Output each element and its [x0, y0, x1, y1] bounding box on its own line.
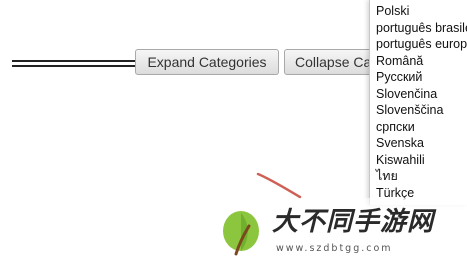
- collapse-categories-button[interactable]: Collapse Ca: [284, 49, 372, 75]
- expand-categories-button[interactable]: Expand Categories: [135, 49, 279, 75]
- watermark-title: 大不同手游网: [272, 207, 435, 237]
- brush-stroke-mark: [256, 172, 302, 199]
- language-option-svenska[interactable]: Svenska: [376, 135, 467, 152]
- watermark-banner: 大不同手游网 www.szdbtgg.com: [0, 198, 467, 262]
- language-option-thai[interactable]: ไทย: [376, 168, 467, 185]
- leaf-logo-icon: [223, 211, 259, 256]
- language-option-portugues-europeu[interactable]: português europeu: [376, 36, 467, 53]
- language-option-russian[interactable]: Русский: [376, 69, 467, 86]
- language-option-polski[interactable]: Polski: [376, 3, 467, 20]
- language-option-kiswahili[interactable]: Kiswahili: [376, 152, 467, 169]
- language-option-romana[interactable]: Română: [376, 53, 467, 70]
- language-option-slovencina[interactable]: Slovenčina: [376, 86, 467, 103]
- brush-stroke-path: [256, 172, 302, 199]
- language-option-serbian[interactable]: српски: [376, 119, 467, 136]
- language-menu: Polski português brasileiro português eu…: [369, 0, 467, 205]
- language-option-portugues-brasileiro[interactable]: português brasileiro: [376, 20, 467, 37]
- double-rule-divider: [12, 60, 136, 67]
- language-option-slovenscina[interactable]: Slovenščina: [376, 102, 467, 119]
- language-list: Polski português brasileiro português eu…: [370, 0, 467, 201]
- watermark-url: www.szdbtgg.com: [276, 243, 393, 254]
